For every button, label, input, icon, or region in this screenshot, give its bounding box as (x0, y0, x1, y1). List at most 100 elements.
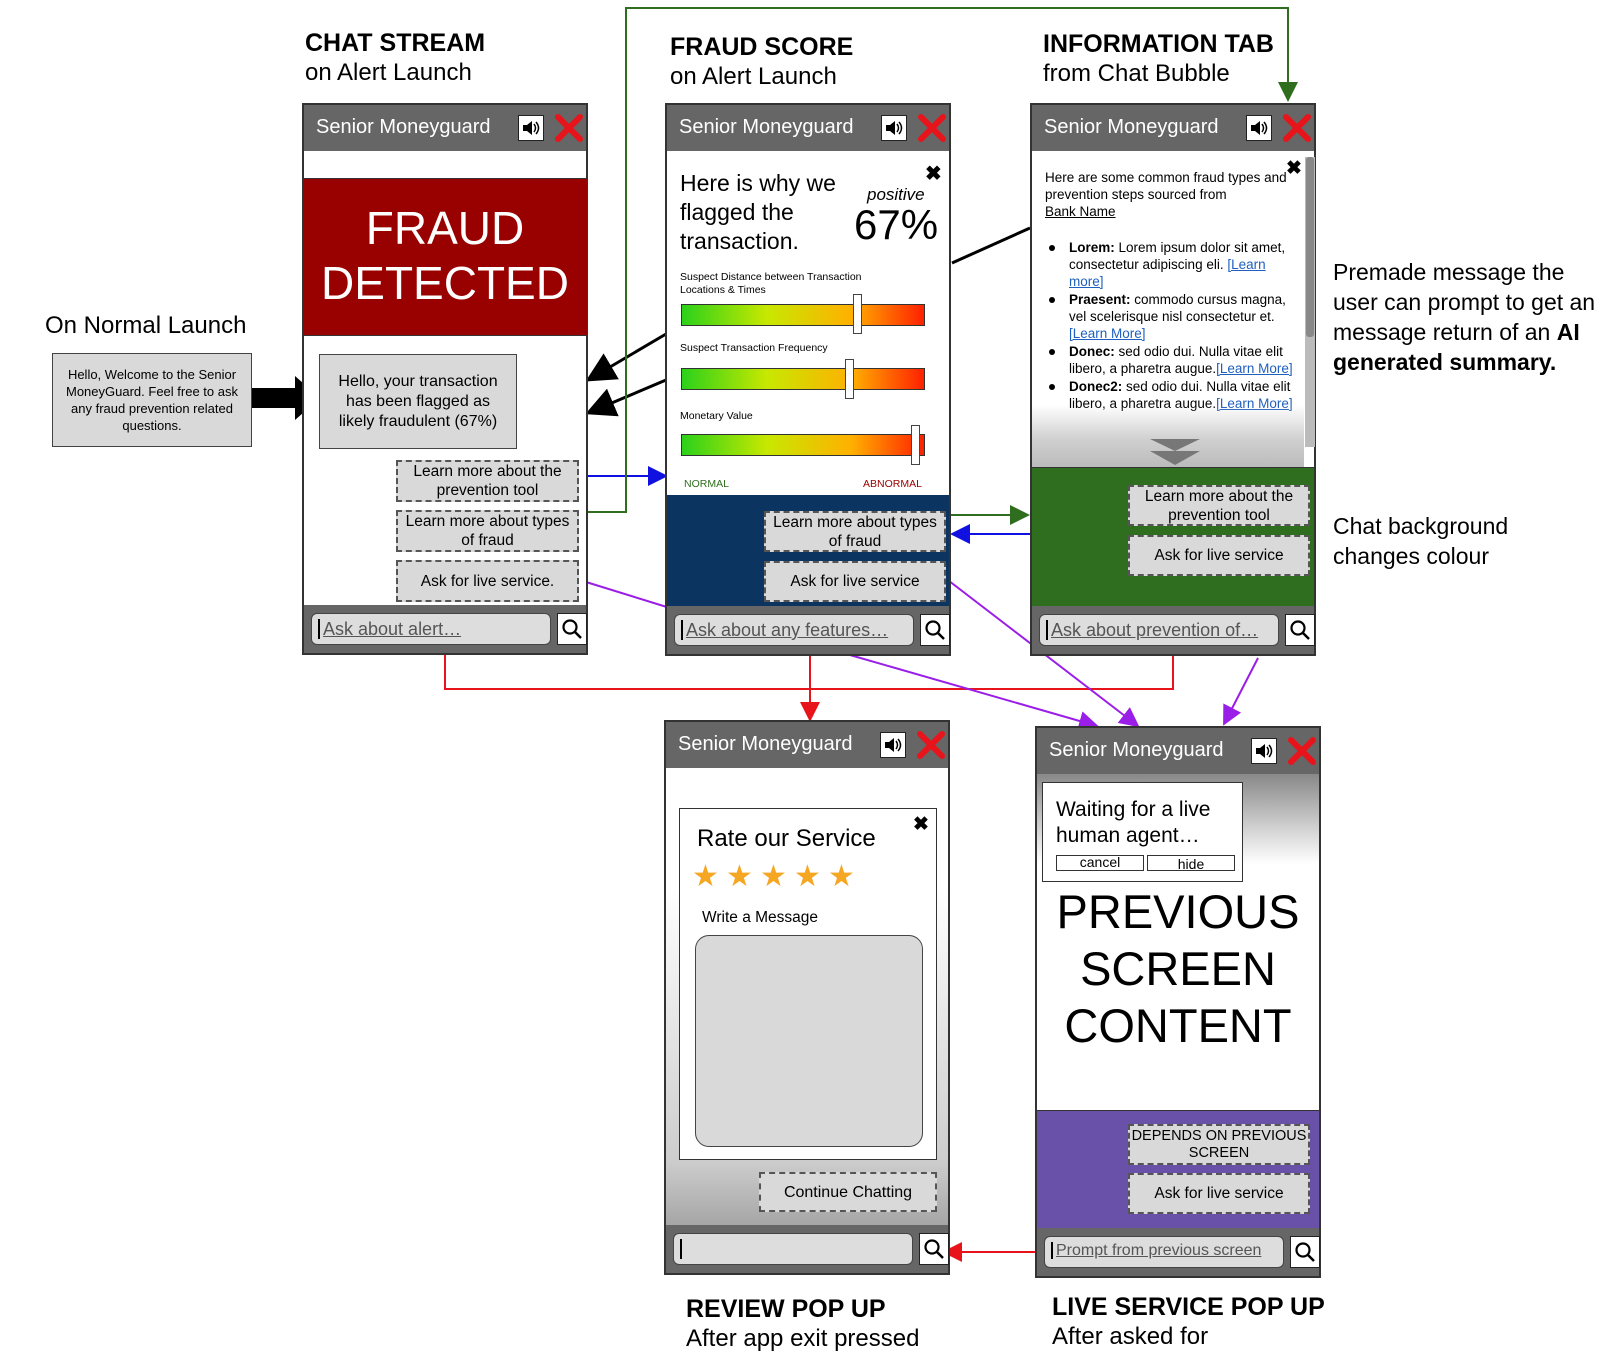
star-icon[interactable]: ★ (692, 859, 719, 894)
search-icon[interactable] (1290, 1236, 1320, 1268)
meter-frequency-marker (845, 359, 855, 399)
cancel-button[interactable]: cancel (1056, 855, 1144, 871)
ask-live-service-button[interactable]: Ask for live service. (396, 560, 579, 602)
chat-input-placeholder: Ask about any features… (681, 620, 889, 640)
dismiss-icon[interactable]: ✖ (925, 161, 942, 186)
meter-frequency (681, 368, 925, 390)
caption-subtitle: from Chat Bubble (1043, 60, 1230, 87)
caption-subtitle: on Alert Launch (305, 59, 472, 86)
caption-title: FRAUD SCORE (670, 33, 854, 61)
meter-distance-marker (852, 294, 862, 334)
chat-input[interactable]: Prompt from previous screen (1044, 1236, 1284, 1268)
item-term: Donec2: (1069, 379, 1123, 394)
learn-fraud-types-button[interactable]: Learn more about types of fraud (764, 511, 946, 552)
search-icon[interactable] (557, 613, 587, 645)
app-title: Senior Moneyguard (678, 733, 853, 755)
chat-input[interactable]: Ask about any features… (674, 614, 914, 646)
caption-subtitle: After app exit pressed (686, 1325, 920, 1352)
caption-subtitle: After asked for (1052, 1323, 1209, 1350)
input-bar (666, 1225, 949, 1273)
waiting-dialog: Waiting for a live human agent… cancel h… (1042, 782, 1243, 882)
app-header: Senior Moneyguard (1032, 105, 1314, 151)
close-icon[interactable] (1282, 113, 1312, 143)
star-icon[interactable]: ★ (794, 859, 821, 894)
chat-input-placeholder: Ask about alert… (318, 619, 462, 639)
previous-screen-content: PREVIOUS SCREEN CONTENT (1056, 885, 1300, 1052)
list-item: Praesent: commodo cursus magna, vel scel… (1045, 291, 1303, 342)
phone-information-tab: Senior Moneyguard ✖ Here are some common… (1030, 103, 1316, 656)
caption-chat-stream: CHAT STREAM on Alert Launch (305, 28, 485, 88)
speaker-icon[interactable] (518, 115, 544, 141)
waiting-text: Waiting for a live human agent… (1056, 798, 1211, 847)
caption-live: LIVE SERVICE POP UP After asked for (1052, 1292, 1325, 1352)
note-bg-change: Chat background changes colour (1333, 513, 1509, 569)
app-title: Senior Moneyguard (1049, 739, 1224, 761)
star-icon[interactable]: ★ (828, 859, 855, 894)
phone-chat-stream: Senior Moneyguard FRAUD DETECTED Hello, … (302, 103, 588, 655)
meter-distance (681, 304, 925, 326)
input-bar: Ask about alert… (304, 605, 587, 653)
info-intro-text: Here are some common fraud types and pre… (1045, 170, 1287, 202)
chat-input-placeholder: Prompt from previous screen (1051, 1242, 1262, 1259)
list-item: Lorem: Lorem ipsum dolor sit amet, conse… (1045, 239, 1303, 290)
input-bar: Ask about prevention of… (1032, 606, 1315, 654)
depends-button[interactable]: DEPENDS ON PREVIOUS SCREEN (1128, 1124, 1310, 1165)
learn-prevention-tool-button[interactable]: Learn more about the prevention tool (1128, 485, 1310, 526)
learn-more-link[interactable]: [Learn More] (1216, 361, 1293, 376)
speaker-icon[interactable] (881, 115, 907, 141)
item-term: Donec: (1069, 344, 1115, 359)
phone-live-service: Senior Moneyguard Waiting for a live hum… (1035, 726, 1321, 1278)
learn-prevention-tool-button[interactable]: Learn more about the prevention tool (396, 460, 579, 502)
learn-fraud-types-button[interactable]: Learn more about types of fraud (396, 510, 579, 552)
continue-chatting-button[interactable]: Continue Chatting (759, 1172, 937, 1212)
star-icon[interactable]: ★ (760, 859, 787, 894)
chat-input[interactable]: Ask about prevention of… (1039, 614, 1279, 646)
learn-more-link[interactable]: [Learn More] (1069, 326, 1146, 341)
speaker-icon[interactable] (880, 732, 906, 758)
scrollbar[interactable] (1305, 157, 1315, 447)
normal-label: NORMAL (684, 478, 729, 490)
phone-fraud-score: Senior Moneyguard ✖ Here is why we flagg… (665, 103, 951, 656)
app-header: Senior Moneyguard (1037, 728, 1319, 774)
app-title: Senior Moneyguard (1044, 116, 1219, 138)
write-message-label: Write a Message (702, 909, 819, 926)
search-icon[interactable] (919, 1233, 949, 1265)
scrollbar-thumb[interactable] (1306, 157, 1314, 337)
star-rating[interactable]: ★ ★ ★ ★ ★ (692, 860, 872, 897)
fraud-score-heading: Here is why we flagged the transaction. (680, 170, 836, 254)
ask-live-service-button[interactable]: Ask for live service (1128, 535, 1310, 576)
caption-fraud-score: FRAUD SCORE on Alert Launch (670, 32, 853, 92)
bank-name-link[interactable]: Bank Name (1045, 203, 1295, 220)
caption-subtitle: on Alert Launch (670, 63, 837, 90)
close-icon[interactable] (554, 113, 584, 143)
star-icon[interactable]: ★ (726, 859, 753, 894)
dismiss-icon[interactable]: ✖ (913, 813, 929, 836)
app-title: Senior Moneyguard (679, 116, 854, 138)
close-icon[interactable] (1287, 736, 1317, 766)
normal-launch-label: On Normal Launch (45, 312, 247, 339)
close-icon[interactable] (917, 113, 947, 143)
ask-live-service-button[interactable]: Ask for live service (764, 561, 946, 602)
chat-input[interactable] (673, 1233, 913, 1265)
welcome-message: Hello, Welcome to the Senior MoneyGuard.… (52, 353, 252, 447)
list-item: Donec: sed odio dui. Nulla vitae elit li… (1045, 343, 1303, 377)
message-textarea[interactable] (695, 935, 923, 1147)
caption-title: CHAT STREAM (305, 29, 486, 57)
rating-dialog: ✖ Rate our Service ★ ★ ★ ★ ★ Write a Mes… (679, 808, 937, 1160)
bar-label-frequency: Suspect Transaction Frequency (680, 342, 828, 354)
search-icon[interactable] (920, 614, 950, 646)
phone-review-popup: Senior Moneyguard ✖ Rate our Service ★ ★… (664, 720, 950, 1275)
speaker-icon[interactable] (1246, 115, 1272, 141)
close-icon[interactable] (916, 730, 946, 760)
caption-title: REVIEW POP UP (686, 1295, 886, 1323)
speaker-icon[interactable] (1251, 738, 1277, 764)
hide-button[interactable]: hide (1147, 855, 1235, 872)
caption-info-tab: INFORMATION TAB from Chat Bubble (1043, 29, 1274, 89)
info-intro: Here are some common fraud types and pre… (1045, 169, 1295, 220)
fraud-percent: 67% (854, 201, 939, 248)
ask-live-service-button[interactable]: Ask for live service (1128, 1173, 1310, 1214)
chat-input[interactable]: Ask about alert… (311, 613, 551, 645)
item-term: Praesent: (1069, 292, 1131, 307)
search-icon[interactable] (1285, 614, 1315, 646)
meter-monetary (681, 434, 925, 456)
